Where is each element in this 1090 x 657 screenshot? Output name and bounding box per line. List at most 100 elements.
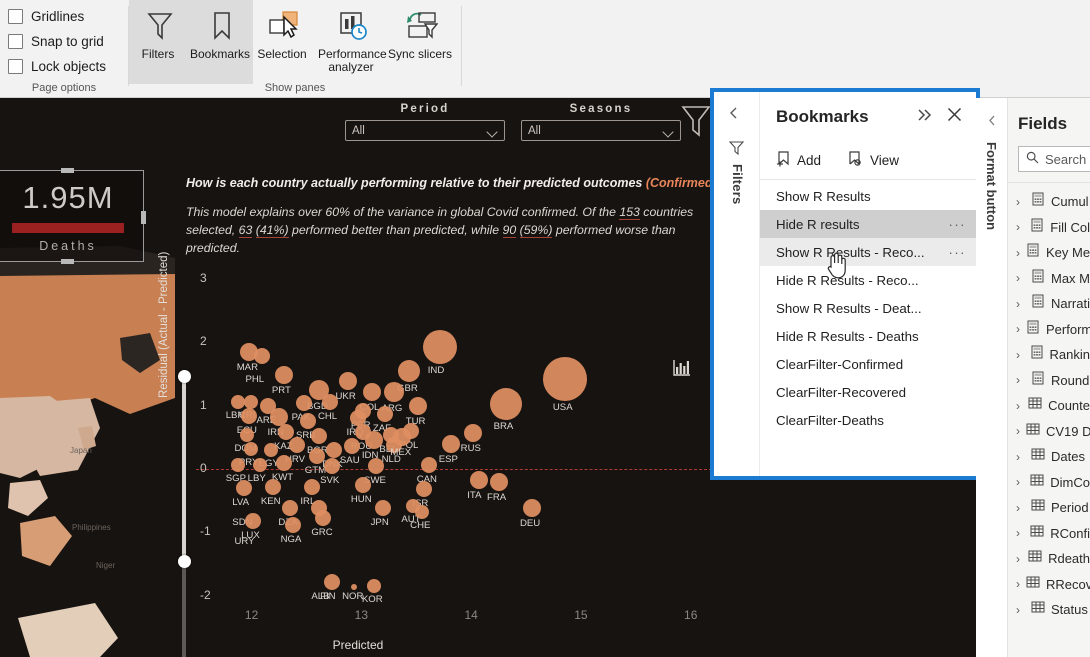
scatter-bubble[interactable] — [263, 442, 278, 457]
scatter-bubble[interactable] — [264, 478, 281, 495]
ribbon-button-selection[interactable]: Selection — [253, 0, 315, 84]
scatter-bubble[interactable] — [253, 348, 270, 365]
chevron-right-icon[interactable]: › — [1016, 195, 1025, 209]
scatter-bubble[interactable] — [383, 381, 404, 402]
scatter-bubble[interactable] — [295, 394, 312, 411]
field-list-item[interactable]: › Status — [1008, 597, 1090, 623]
scatter-bubble[interactable] — [252, 458, 267, 473]
scatter-bubble[interactable] — [245, 512, 262, 529]
scatter-bubble[interactable] — [321, 393, 338, 410]
chevron-right-icon[interactable]: › — [1016, 475, 1024, 489]
scatter-bubble[interactable] — [343, 438, 360, 455]
scatter-bubble[interactable] — [362, 382, 381, 401]
scatter-plot[interactable]: MARPHLPRTBGDUKRGBRINDUSABRAARGCOLTURCHLP… — [196, 266, 712, 618]
scatter-bubble[interactable] — [397, 359, 420, 382]
field-list-item[interactable]: › DimCo — [1008, 470, 1090, 496]
bookmarks-pane[interactable]: Filters Bookmarks Add View Show R Result… — [710, 88, 980, 480]
bookmark-item-more-options-icon[interactable]: ··· — [949, 217, 967, 232]
slicer-seasons-dropdown[interactable]: All — [521, 120, 681, 141]
chevron-down-icon[interactable] — [486, 126, 498, 138]
field-list-item[interactable]: › Counte — [1008, 393, 1090, 419]
chevron-right-icon[interactable]: › — [1016, 577, 1020, 591]
scatter-bubble[interactable] — [275, 454, 292, 471]
scatter-bubble[interactable] — [351, 583, 358, 590]
field-list-item[interactable]: › RRecov — [1008, 572, 1090, 598]
field-list-item[interactable]: › Period — [1008, 495, 1090, 521]
scatter-bubble[interactable] — [308, 448, 325, 465]
scatter-bubble[interactable] — [420, 457, 437, 474]
double-chevron-right-icon[interactable] — [917, 108, 933, 127]
chevron-right-icon[interactable]: › — [1016, 424, 1020, 438]
scatter-bubble[interactable] — [243, 394, 258, 409]
scatter-bubble[interactable] — [542, 356, 587, 401]
bookmark-list-item[interactable]: Hide R Results - Deaths — [760, 322, 976, 350]
field-list-item[interactable]: › CV19 D — [1008, 419, 1090, 445]
bookmark-list-item[interactable]: Show R Results - Reco... ··· — [760, 238, 976, 266]
slicer-period-dropdown[interactable]: All — [345, 120, 505, 141]
field-list-item[interactable]: › Dates — [1008, 444, 1090, 470]
residual-range-slider[interactable] — [178, 370, 191, 657]
scatter-bubble[interactable] — [236, 479, 253, 496]
ribbon-button-performance-analyzer[interactable]: Performance analyzer — [315, 0, 391, 84]
scatter-bubble[interactable] — [522, 499, 541, 518]
scatter-bubble[interactable] — [441, 434, 460, 453]
bookmark-list-item[interactable]: Show R Results - Deat... — [760, 294, 976, 322]
bookmarks-list[interactable]: Show R Results Hide R results ··· Show R Re… — [760, 180, 976, 434]
chevron-right-icon[interactable]: › — [1016, 603, 1025, 617]
field-list-item[interactable]: › Fill Col — [1008, 215, 1090, 241]
fields-pane[interactable]: Fields Search › Cumul › Fill Col › Key Me › Max… — [1008, 98, 1090, 657]
chevron-right-icon[interactable]: › — [1016, 271, 1025, 285]
scatter-bubble[interactable] — [489, 388, 522, 421]
checkbox-gridlines-box[interactable] — [8, 9, 23, 24]
format-button-collapsed-rail[interactable]: Format button — [976, 98, 1008, 657]
scatter-bubble[interactable] — [324, 458, 341, 475]
chevron-left-icon[interactable] — [727, 106, 741, 125]
bookmark-list-item[interactable]: ClearFilter-Confirmed — [760, 350, 976, 378]
bookmark-list-item[interactable]: ClearFilter-Recovered — [760, 378, 976, 406]
bookmark-list-item[interactable]: ClearFilter-Deaths — [760, 406, 976, 434]
scatter-bubble[interactable] — [463, 424, 482, 443]
checkbox-gridlines[interactable]: Gridlines — [0, 4, 128, 29]
bookmarks-add-button[interactable]: Add — [776, 151, 821, 170]
field-list-item[interactable]: › Round — [1008, 368, 1090, 394]
chevron-right-icon[interactable]: › — [1016, 322, 1020, 336]
resize-handle-top[interactable] — [61, 168, 74, 173]
scatter-bubble[interactable] — [415, 505, 430, 520]
chevron-right-icon[interactable]: › — [1016, 220, 1024, 234]
field-list-item[interactable]: › Narrati — [1008, 291, 1090, 317]
checkbox-snap-to-grid-box[interactable] — [8, 34, 23, 49]
scatter-bubble[interactable] — [230, 458, 245, 473]
resize-handle-bottom[interactable] — [61, 259, 74, 264]
scatter-bubble[interactable] — [324, 573, 341, 590]
scatter-bubble[interactable] — [376, 406, 393, 423]
field-list-item[interactable]: › RConfi — [1008, 521, 1090, 547]
field-list-item[interactable]: › Max M — [1008, 266, 1090, 292]
scatter-bubble[interactable] — [289, 436, 305, 453]
chevron-left-icon[interactable] — [986, 114, 999, 132]
ribbon-button-sync-slicers[interactable]: Sync slicers — [388, 0, 453, 84]
field-list-item[interactable]: › Cumul — [1008, 189, 1090, 215]
chevron-right-icon[interactable]: › — [1016, 552, 1022, 566]
checkbox-lock-objects[interactable]: Lock objects — [0, 54, 128, 79]
scatter-bubble[interactable] — [282, 500, 299, 517]
resize-handle-right[interactable] — [141, 211, 146, 224]
chevron-right-icon[interactable]: › — [1016, 373, 1025, 387]
scatter-bubble[interactable] — [490, 472, 508, 491]
slider-handle-max[interactable] — [178, 370, 191, 383]
kpi-card-deaths[interactable]: 1.95M Deaths — [0, 168, 146, 264]
chevron-right-icon[interactable]: › — [1016, 399, 1022, 413]
chevron-down-icon[interactable] — [662, 126, 674, 138]
chevron-right-icon[interactable]: › — [1016, 297, 1025, 311]
chevron-right-icon[interactable]: › — [1016, 348, 1024, 362]
scatter-bubble[interactable] — [299, 412, 316, 429]
ribbon-button-bookmarks[interactable]: Bookmarks — [190, 0, 253, 84]
bookmark-list-item[interactable]: Hide R results ··· — [760, 210, 976, 238]
slider-handle-min[interactable] — [178, 555, 191, 568]
scatter-bubble[interactable] — [470, 471, 489, 490]
chevron-right-icon[interactable]: › — [1016, 526, 1024, 540]
close-icon[interactable] — [947, 107, 962, 127]
chevron-right-icon[interactable]: › — [1016, 501, 1025, 515]
scatter-bubble[interactable] — [338, 372, 357, 391]
scatter-bubble[interactable] — [368, 458, 385, 475]
scatter-bubble[interactable] — [408, 396, 427, 415]
